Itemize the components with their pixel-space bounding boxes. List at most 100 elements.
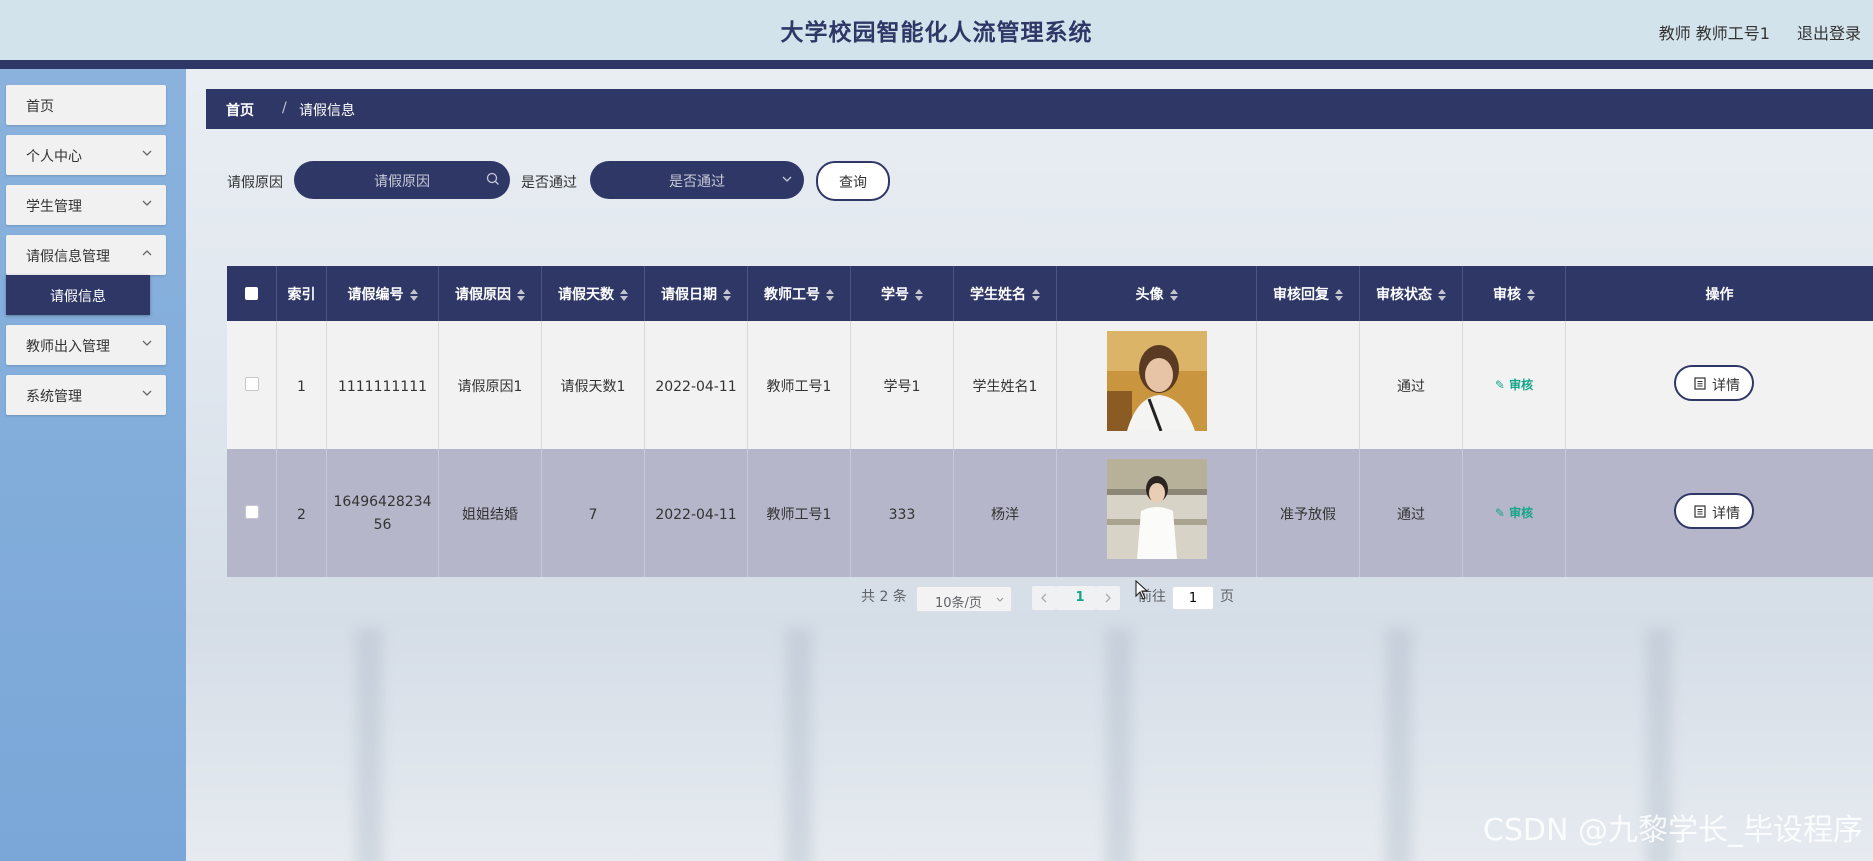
chevron-left-icon — [1041, 593, 1047, 603]
pass-placeholder: 是否通过 — [669, 174, 725, 190]
days-cell: 请假天数1 — [542, 321, 645, 449]
page-number-current[interactable]: 1 — [1066, 586, 1094, 610]
status-cell: 通过 — [1360, 449, 1463, 577]
audit-cell: ✎ 审核 — [1463, 321, 1566, 449]
logout-link[interactable]: 退出登录 — [1797, 20, 1861, 44]
prev-page-button[interactable] — [1032, 586, 1056, 610]
sidebar-item-label: 学生管理 — [26, 199, 82, 215]
index-cell: 1 — [277, 321, 327, 449]
main-content: 首页 / 请假信息 请假原因 请假原因 是否通过 是否通过 查询 索引 请假编号… — [186, 69, 1873, 861]
sidebar-item-home[interactable]: 首页 — [6, 85, 166, 125]
audit-link[interactable]: ✎ 审核 — [1463, 504, 1565, 521]
reason-cell: 请假原因1 — [439, 321, 542, 449]
reply-cell: 准予放假 — [1257, 449, 1360, 577]
row-select-cell — [227, 449, 277, 577]
column-header[interactable]: 审核回复 — [1257, 266, 1360, 321]
background-decoration — [356, 629, 382, 861]
select-all-header[interactable] — [227, 266, 277, 321]
audit-cell: ✎ 审核 — [1463, 449, 1566, 577]
search-icon — [486, 172, 499, 185]
reason-label: 请假原因 — [227, 175, 283, 191]
row-checkbox[interactable] — [245, 505, 259, 519]
sort-icon[interactable] — [723, 289, 731, 301]
column-header[interactable]: 学号 — [851, 266, 954, 321]
column-header: 操作 — [1705, 287, 1734, 303]
sidebar-item-label: 教师出入管理 — [26, 339, 110, 355]
watermark: CSDN @九黎学长_毕设程序 — [1482, 813, 1863, 848]
reply-cell — [1257, 321, 1360, 449]
select-all-checkbox[interactable] — [245, 287, 258, 300]
avatar-image[interactable] — [1107, 331, 1207, 431]
background-decoration — [786, 629, 812, 861]
table-row: 2 16496428234 56 姐姐结婚 7 2022-04-11 教师工号1 … — [227, 449, 1873, 577]
student-name-cell: 学生姓名1 — [954, 321, 1057, 449]
sort-icon[interactable] — [1169, 289, 1178, 301]
background-decoration — [1106, 629, 1132, 861]
chevron-right-icon — [1105, 593, 1111, 603]
sort-icon[interactable] — [620, 289, 628, 301]
column-header[interactable]: 请假编号 — [327, 266, 439, 321]
sort-icon[interactable] — [1438, 289, 1446, 301]
student-name-cell: 杨洋 — [954, 449, 1057, 577]
column-header[interactable]: 学生姓名 — [954, 266, 1057, 321]
pass-select[interactable]: 是否通过 — [590, 161, 804, 199]
page-size-select[interactable]: 10条/页 — [916, 586, 1012, 612]
row-select-cell — [227, 321, 277, 449]
top-header: 大学校园智能化人流管理系统 教师 教师工号1 退出登录 — [0, 0, 1873, 69]
sort-icon[interactable] — [409, 289, 418, 301]
sidebar-item-label: 系统管理 — [26, 389, 82, 405]
student-no-cell: 333 — [851, 449, 954, 577]
sidebar-item-label: 个人中心 — [26, 149, 82, 165]
detail-button[interactable]: 详情 — [1674, 493, 1754, 529]
action-cell: 详情 — [1566, 321, 1873, 449]
sidebar-item-student-management[interactable]: 学生管理 — [6, 185, 166, 225]
goto-page-input[interactable] — [1172, 586, 1214, 610]
table-row: 1 1111111111 请假原因1 请假天数1 2022-04-11 教师工号… — [227, 321, 1873, 449]
sidebar-item-label: 请假信息管理 — [26, 249, 110, 265]
days-cell: 7 — [542, 449, 645, 577]
chevron-down-icon — [142, 390, 152, 396]
document-icon — [1694, 505, 1706, 518]
chevron-down-icon — [782, 176, 792, 182]
page-suffix: 页 — [1220, 589, 1234, 605]
sidebar-item-system-management[interactable]: 系统管理 — [6, 375, 166, 415]
chevron-up-icon — [142, 250, 152, 256]
avatar-cell — [1057, 449, 1257, 577]
total-count: 共 2 条 — [861, 589, 907, 605]
sort-icon[interactable] — [1335, 289, 1343, 301]
sidebar-item-teacher-access[interactable]: 教师出入管理 — [6, 325, 166, 365]
breadcrumb-home[interactable]: 首页 — [226, 100, 254, 120]
action-cell: 详情 — [1566, 449, 1873, 577]
next-page-button[interactable] — [1096, 586, 1120, 610]
sort-icon[interactable] — [1032, 289, 1040, 301]
column-header[interactable]: 请假天数 — [542, 266, 645, 321]
chevron-down-icon — [142, 340, 152, 346]
teacher-no-cell: 教师工号1 — [748, 449, 851, 577]
sidebar-item-personal-center[interactable]: 个人中心 — [6, 135, 166, 175]
sidebar-subitem-leave-info[interactable]: 请假信息 — [6, 275, 150, 315]
edit-icon: ✎ — [1494, 378, 1505, 392]
leave-no-cell: 16496428234 56 — [327, 449, 439, 577]
breadcrumb: 首页 / 请假信息 — [206, 89, 1873, 129]
sort-icon[interactable] — [517, 289, 525, 301]
detail-button[interactable]: 详情 — [1674, 365, 1754, 401]
column-header[interactable]: 审核 — [1463, 266, 1566, 321]
sort-icon[interactable] — [1527, 289, 1535, 301]
column-header[interactable]: 请假日期 — [645, 266, 748, 321]
reason-input[interactable]: 请假原因 — [294, 161, 510, 199]
sort-icon[interactable] — [826, 289, 834, 301]
pass-label: 是否通过 — [521, 175, 577, 191]
audit-link[interactable]: ✎ 审核 — [1463, 376, 1565, 393]
column-header[interactable]: 审核状态 — [1360, 266, 1463, 321]
row-checkbox[interactable] — [245, 377, 259, 391]
sidebar-item-leave-management[interactable]: 请假信息管理 — [6, 235, 166, 275]
column-header[interactable]: 头像 — [1057, 266, 1257, 321]
query-button[interactable]: 查询 — [816, 161, 890, 201]
sort-icon[interactable] — [915, 289, 923, 301]
reason-placeholder: 请假原因 — [374, 174, 430, 190]
avatar-image[interactable] — [1107, 459, 1207, 559]
edit-icon: ✎ — [1494, 506, 1505, 520]
column-header[interactable]: 请假原因 — [439, 266, 542, 321]
column-header[interactable]: 教师工号 — [748, 266, 851, 321]
sidebar-item-label: 首页 — [26, 99, 54, 115]
